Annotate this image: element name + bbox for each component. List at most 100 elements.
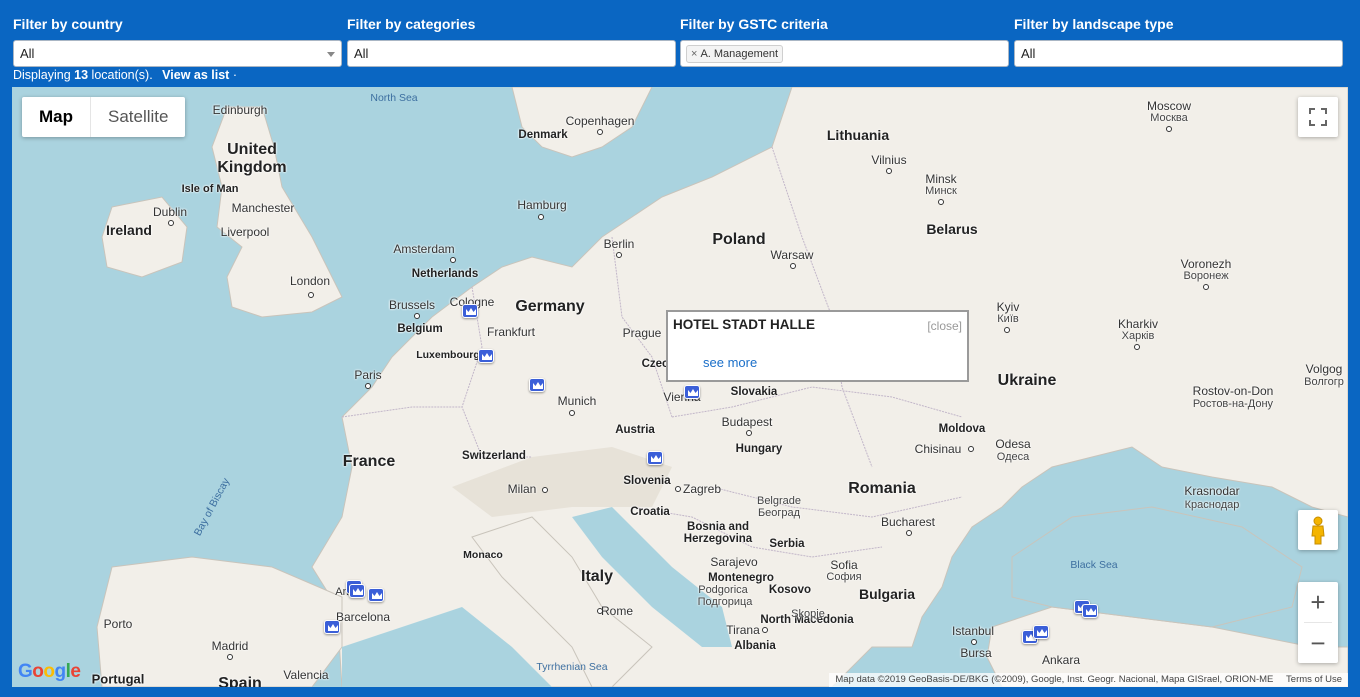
view-as-list-link[interactable]: View as list [162,68,229,82]
chevron-down-icon [327,52,335,57]
crown-icon [651,455,661,462]
label-albania: Albania [734,640,776,652]
city-dot [450,257,456,263]
landscape-input[interactable]: All [1014,40,1343,67]
city-dot [308,292,314,298]
label-munich: Munich [557,394,597,408]
label-istanbul: Istanbul [951,624,995,638]
terms-of-use-link[interactable]: Terms of Use [1286,674,1342,685]
gstc-input[interactable]: × A. Management [680,40,1009,67]
label-ukraine: Ukraine [997,372,1057,389]
street-view-pegman[interactable] [1298,510,1338,550]
landscape-input-value: All [1021,46,1036,61]
label-moldova: Moldova [938,423,986,435]
zoom-out-button[interactable]: − [1298,623,1338,663]
label-paris: Paris [354,368,382,382]
label-portugal: Portugal [91,671,145,687]
label-czechia: Czec [641,358,669,370]
info-window-close-button[interactable]: [close] [927,319,962,333]
label-podgorica: Podgorica [698,584,748,596]
label-germany: Germany [515,298,585,315]
label-sofia-local: София [826,571,862,583]
pegman-icon [1311,516,1325,545]
label-austria: Austria [615,424,655,436]
location-marker[interactable] [478,349,494,363]
label-lithuania: Lithuania [826,127,890,143]
label-kharkiv: Kharkiv [1117,317,1159,331]
city-dot [968,446,974,452]
results-prefix: Displaying [13,68,71,82]
location-marker[interactable] [324,620,340,634]
label-tyrrhenian-sea: Tyrrhenian Sea [536,661,608,673]
label-spain: Spain [218,675,262,687]
crown-icon [353,588,363,595]
label-poland: Poland [712,231,766,248]
gstc-chip-label: A. Management [700,48,779,60]
location-marker[interactable] [1082,604,1098,618]
label-dublin: Dublin [152,205,188,219]
fullscreen-button[interactable] [1298,97,1338,137]
city-dot [168,220,174,226]
see-more-link[interactable]: see more [703,355,757,370]
attribution-text: Map data ©2019 GeoBasis-DE/BKG (©2009), … [835,674,1274,685]
location-marker[interactable] [529,378,545,392]
label-ankara: Ankara [1041,653,1081,667]
city-dot [1004,327,1010,333]
label-chisinau: Chisinau [914,442,962,456]
label-bulgaria: Bulgaria [858,586,916,602]
label-switzerland: Switzerland [462,450,526,462]
zoom-control: + − [1298,582,1338,663]
location-marker[interactable] [462,304,478,318]
location-marker-selected[interactable] [684,385,700,399]
crown-icon [1086,608,1096,615]
label-prague: Prague [622,326,662,340]
country-select-value: All [20,46,35,61]
categories-filter: Filter by categories [347,14,475,34]
label-budapest: Budapest [721,415,773,429]
location-marker[interactable] [368,588,384,602]
city-dot [569,410,575,416]
label-brussels: Brussels [388,298,436,312]
filter-bar: Filter by country All Filter by categori… [0,0,1360,87]
crown-icon [533,382,543,389]
label-porto: Porto [103,617,133,631]
label-belgrade-local: Београд [757,507,801,519]
label-valencia: Valencia [283,668,329,682]
label-kyiv: Kyiv [996,300,1020,314]
label-north-sea: North Sea [370,92,418,104]
results-suffix: location(s). [91,68,153,82]
label-barcelona: Barcelona [335,610,391,624]
location-marker[interactable] [1033,625,1049,639]
label-montenegro: Montenegro [708,572,774,584]
location-marker[interactable] [349,584,365,598]
crown-icon [372,592,382,599]
google-logo: Google [18,661,81,682]
location-marker[interactable] [647,451,663,465]
map-canvas[interactable]: North Sea Bay of Biscay Tyrrhenian Sea B… [12,87,1348,687]
label-rostov-local: Ростов-на-Дону [1192,398,1274,410]
label-hungary: Hungary [735,443,783,455]
label-kharkiv-local: Харків [1121,330,1155,342]
map-type-control: Map Satellite [22,97,186,137]
map-type-map-button[interactable]: Map [22,97,91,137]
label-bursa: Bursa [960,646,992,660]
chip-remove-icon[interactable]: × [691,48,697,60]
label-liverpool: Liverpool [220,225,270,239]
crown-icon [328,624,338,631]
zoom-in-button[interactable]: + [1298,582,1338,622]
city-dot [538,214,544,220]
label-london: London [289,274,331,288]
crown-icon [466,308,476,315]
map-type-satellite-button[interactable]: Satellite [91,97,185,137]
categories-input[interactable]: All [347,40,676,67]
country-select[interactable]: All [13,40,342,67]
label-voronezh: Voronezh [1180,257,1232,271]
label-krasnodar-local: Краснодар [1184,499,1240,511]
label-serbia: Serbia [769,538,805,550]
city-dot [1203,284,1209,290]
label-bosnia: Herzegovina [683,533,753,545]
label-voronezh-local: Воронеж [1183,270,1229,282]
city-dot [906,530,912,536]
label-kosovo: Kosovo [768,584,812,596]
label-skopje: Skopje [791,608,825,620]
